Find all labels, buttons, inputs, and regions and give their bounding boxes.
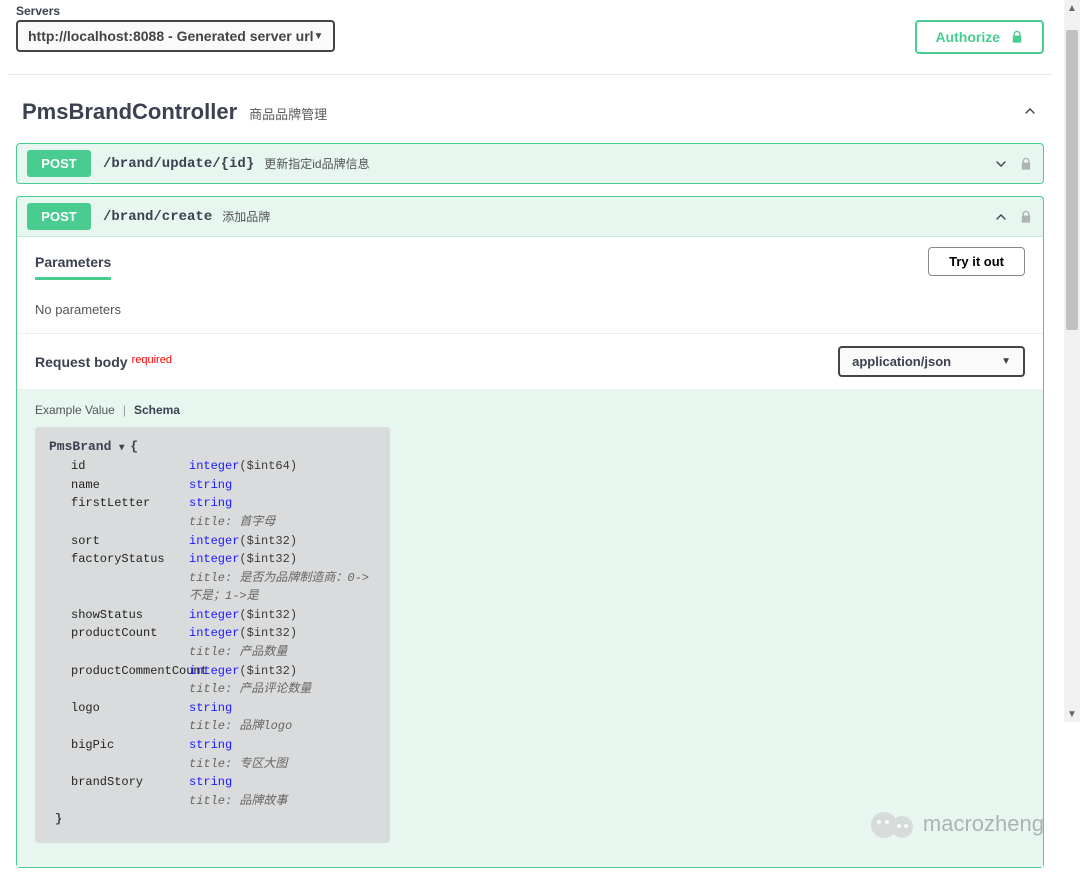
authorize-label: Authorize — [935, 29, 1000, 45]
chevron-down-icon: ▼ — [1001, 356, 1011, 367]
schema-field-title: title: 专区大图 — [49, 755, 376, 774]
operation-brand-create: POST /brand/create 添加品牌 Parameters Try i… — [16, 196, 1044, 868]
content-type-select[interactable]: application/json ▼ — [838, 346, 1025, 377]
tag-description: 商品品牌管理 — [249, 104, 327, 123]
schema-field: bigPicstring — [49, 736, 376, 755]
servers-label: Servers — [16, 4, 1052, 18]
schema-field: idinteger($int64) — [49, 457, 376, 476]
server-select[interactable]: http://localhost:8088 - Generated server… — [16, 20, 335, 52]
lock-icon — [1010, 30, 1024, 44]
schema-field: sortinteger($int32) — [49, 532, 376, 551]
wechat-icon — [869, 802, 913, 846]
tab-example-value[interactable]: Example Value — [35, 403, 115, 417]
tab-schema[interactable]: Schema — [134, 403, 180, 417]
schema-field: brandStorystring — [49, 773, 376, 792]
method-badge: POST — [27, 203, 91, 230]
tag-name: PmsBrandController — [22, 99, 237, 125]
schema-field-title: title: 是否为品牌制造商：0->不是；1->是 — [49, 569, 376, 606]
schema-field: logostring — [49, 699, 376, 718]
parameters-heading: Parameters — [35, 254, 111, 270]
schema-field: productCountinteger($int32) — [49, 624, 376, 643]
operation-brand-update: POST /brand/update/{id} 更新指定id品牌信息 — [16, 143, 1044, 184]
chevron-up-icon — [993, 209, 1009, 225]
schema-collapse-toggle[interactable]: ▾ — [119, 443, 130, 454]
schema-field-title: title: 产品数量 — [49, 643, 376, 662]
operation-path: /brand/update/{id} — [103, 156, 254, 172]
scroll-up-arrow[interactable]: ▲ — [1064, 0, 1080, 16]
tab-separator: | — [123, 403, 126, 417]
schema-panel: PmsBrand ▾ { idinteger($int64)namestring… — [35, 427, 390, 843]
schema-field: showStatusinteger($int32) — [49, 606, 376, 625]
schema-field: productCommentCountinteger($int32) — [49, 662, 376, 681]
lock-icon — [1019, 210, 1033, 224]
operation-description: 添加品牌 — [222, 208, 993, 225]
scrollbar-thumb[interactable] — [1066, 30, 1078, 330]
schema-field: firstLetterstring — [49, 494, 376, 513]
chevron-down-icon — [993, 156, 1009, 172]
schema-field: factoryStatusinteger($int32) — [49, 550, 376, 569]
required-badge: required — [132, 354, 172, 366]
try-it-out-button[interactable]: Try it out — [928, 247, 1025, 276]
schema-model-name: PmsBrand — [49, 439, 111, 454]
scroll-down-arrow[interactable]: ▼ — [1064, 706, 1080, 722]
watermark-text: macrozheng — [923, 811, 1044, 837]
schema-field-title: title: 品牌故事 — [49, 792, 376, 811]
authorize-button[interactable]: Authorize — [915, 20, 1044, 54]
lock-icon — [1019, 157, 1033, 171]
content-type-value: application/json — [852, 354, 951, 369]
scrollbar[interactable]: ▲ ▼ — [1064, 0, 1080, 722]
chevron-up-icon — [1022, 103, 1038, 119]
operation-path: /brand/create — [103, 209, 212, 225]
schema-field-title: title: 品牌logo — [49, 717, 376, 736]
tag-header[interactable]: PmsBrandController 商品品牌管理 — [16, 85, 1044, 143]
no-parameters-text: No parameters — [17, 286, 1043, 333]
schema-field-title: title: 首字母 — [49, 513, 376, 532]
server-select-value: http://localhost:8088 - Generated server… — [28, 28, 314, 44]
watermark: macrozheng — [869, 802, 1044, 846]
schema-close-brace: } — [49, 810, 376, 829]
operation-summary[interactable]: POST /brand/update/{id} 更新指定id品牌信息 — [17, 144, 1043, 183]
schema-field-title: title: 产品评论数量 — [49, 680, 376, 699]
operation-description: 更新指定id品牌信息 — [264, 155, 993, 172]
method-badge: POST — [27, 150, 91, 177]
schema-field: namestring — [49, 476, 376, 495]
chevron-down-icon: ▼ — [314, 31, 324, 42]
request-body-label: Request body — [35, 354, 128, 370]
operation-summary[interactable]: POST /brand/create 添加品牌 — [17, 197, 1043, 236]
